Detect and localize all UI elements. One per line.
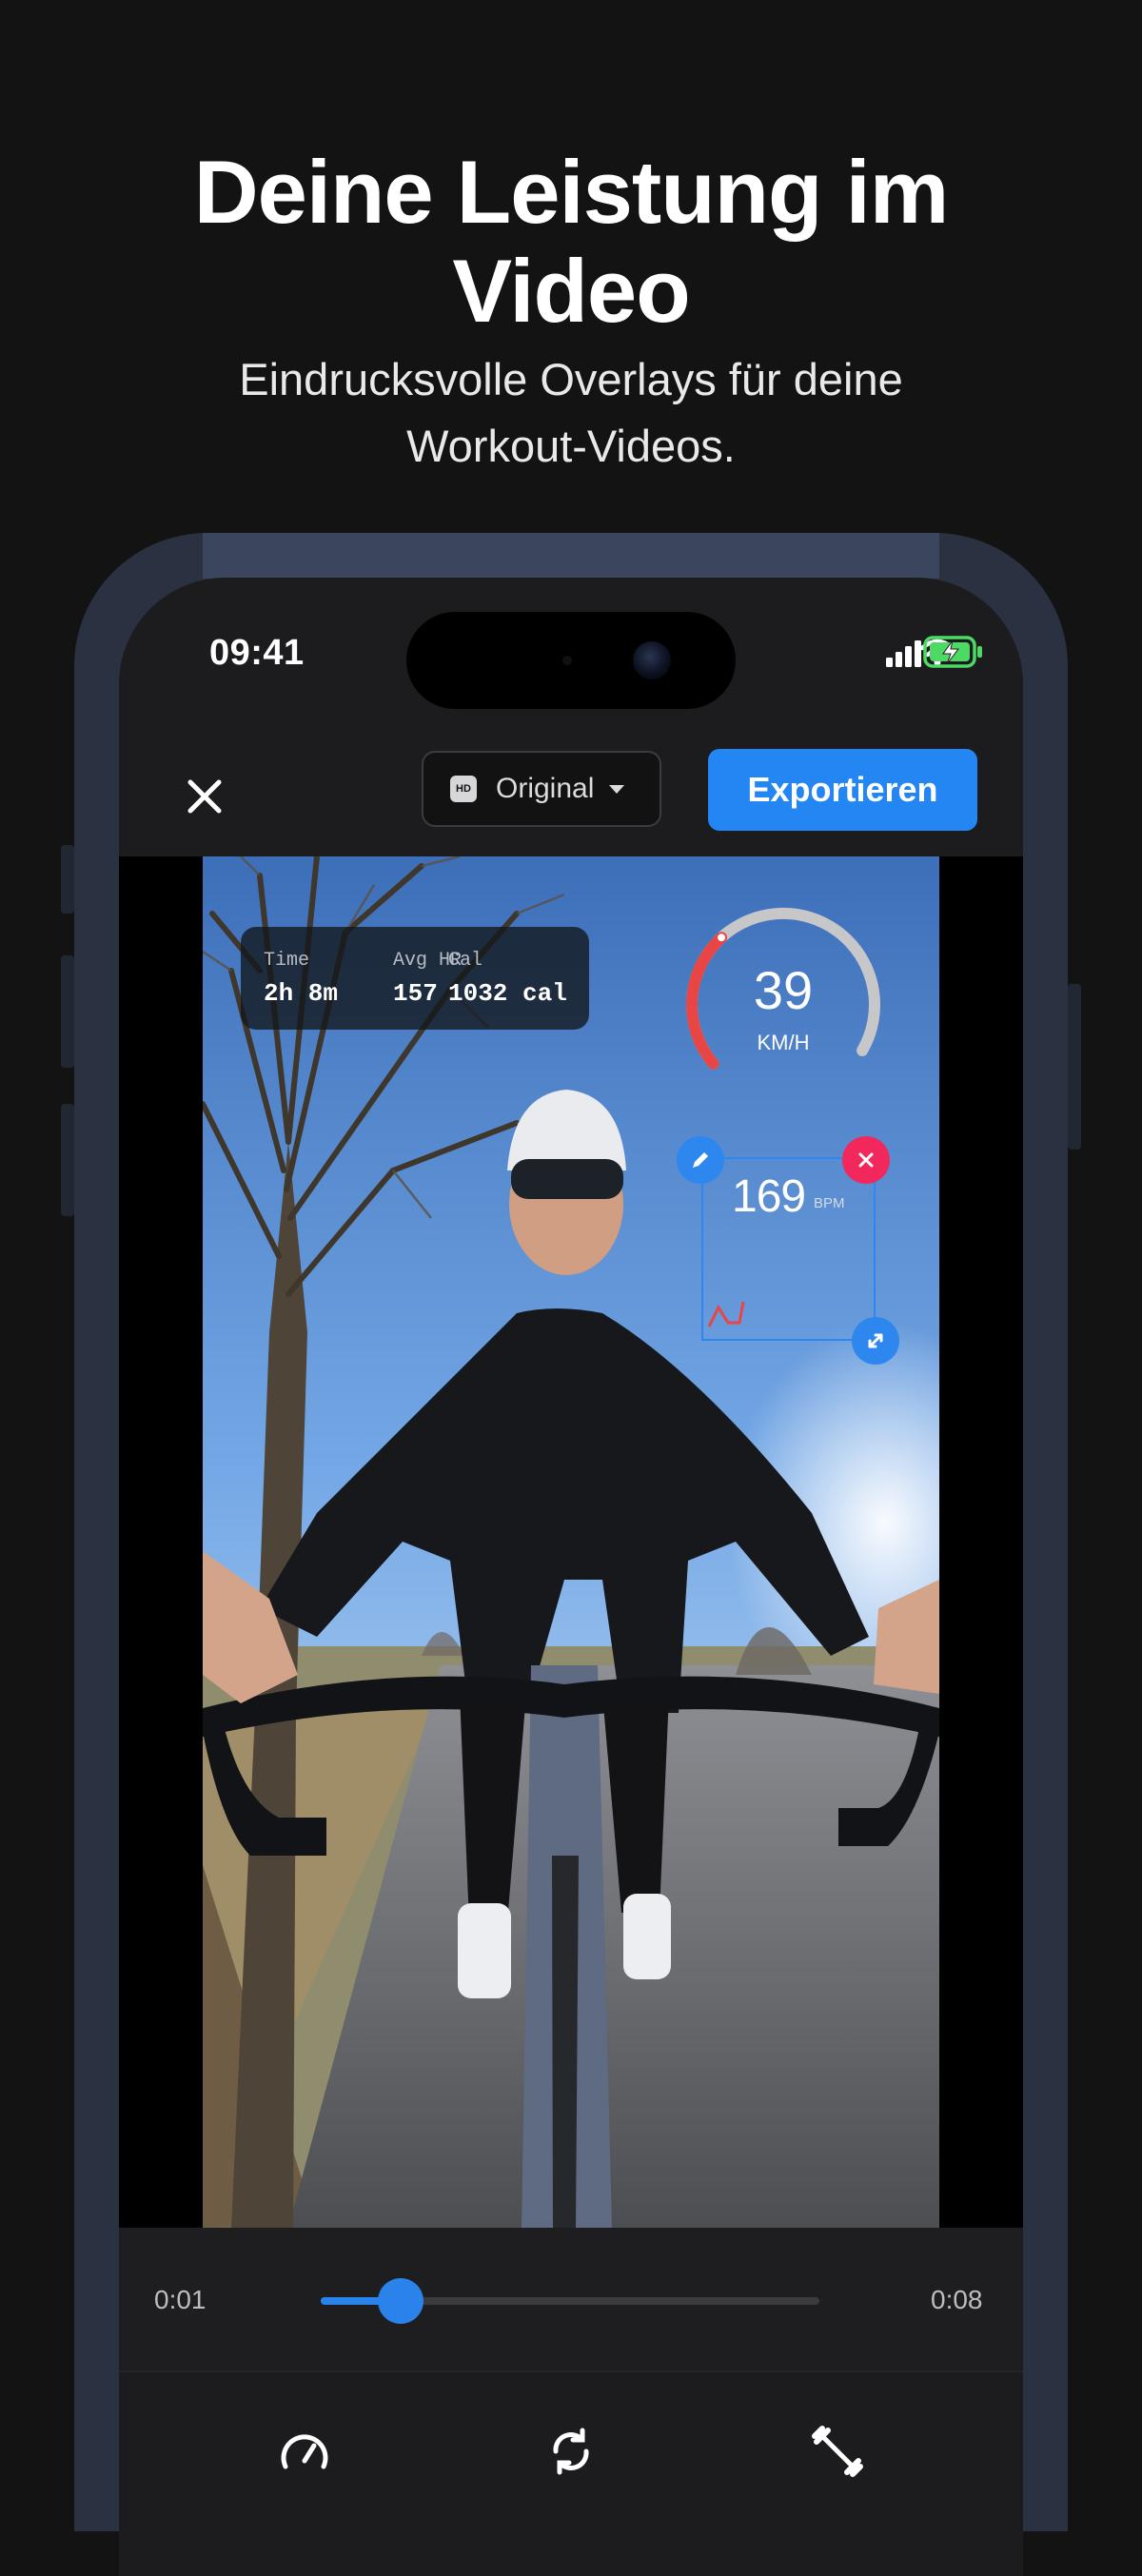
heart-rate-overlay[interactable]: 169 BPM <box>701 1157 876 1341</box>
heart-rate-unit: BPM <box>814 1195 845 1211</box>
video-frame[interactable]: Time 2h 8m Avg HR 157 Cal 1032 cal 39 KM… <box>203 856 939 2228</box>
pencil-icon <box>693 1152 708 1168</box>
speed-unit: KM/H <box>757 1031 810 1054</box>
video-preview: Time 2h 8m Avg HR 157 Cal 1032 cal 39 KM… <box>119 856 1023 2228</box>
stat-time-value: 2h 8m <box>264 979 339 1008</box>
stat-avg-hr-value: 157 <box>393 979 438 1008</box>
edit-overlay-button[interactable] <box>677 1136 724 1184</box>
repeat-icon <box>553 2428 589 2475</box>
workout-tool-button[interactable] <box>804 2418 871 2485</box>
current-time: 0:01 <box>154 2285 207 2314</box>
speed-gauge-overlay[interactable]: 39 KM/H <box>679 902 888 1102</box>
resize-overlay-button[interactable] <box>852 1317 899 1365</box>
headline-line-1: Deine Leistung im <box>193 142 950 242</box>
close-icon <box>187 779 222 814</box>
speed-value: 39 <box>753 960 814 1020</box>
heart-rate-sparkline <box>707 1301 745 1327</box>
total-time: 0:08 <box>931 2285 983 2314</box>
timeline: 0:01 0:08 <box>119 2228 1023 2370</box>
quality-label: Original <box>496 773 595 804</box>
stat-cal-value: 1032 cal <box>448 979 567 1008</box>
repeat-tool-button[interactable] <box>538 2418 604 2485</box>
hd-icon: HD <box>450 776 477 802</box>
phone-volume-up <box>61 955 74 1068</box>
speed-tool-button[interactable] <box>271 2418 338 2485</box>
cellular-signal-icon <box>886 640 921 667</box>
dynamic-island <box>406 612 736 709</box>
editor-toolbar <box>119 2370 1023 2576</box>
phone-power-button <box>1068 984 1081 1150</box>
proximity-sensor <box>562 656 572 665</box>
stat-cal: Cal 1032 cal <box>448 950 567 1008</box>
subline-line-1: Eindrucksvolle Overlays für deine <box>239 354 903 404</box>
promo-headline: Deine Leistung im Video <box>0 143 1142 341</box>
stat-time-label: Time <box>264 950 310 972</box>
status-bar: 09:41 <box>119 578 1023 730</box>
phone-silent-switch <box>61 845 74 914</box>
heart-rate-value: 169 <box>732 1171 806 1222</box>
subline-line-2: Workout-Videos. <box>406 421 736 471</box>
resize-icon <box>868 1333 883 1348</box>
promo-subline: Eindrucksvolle Overlays für deine Workou… <box>0 346 1142 480</box>
quality-select[interactable]: HD Original <box>422 751 661 827</box>
speedometer-icon <box>281 2434 328 2469</box>
status-time: 09:41 <box>209 633 305 673</box>
speed-gauge-marker <box>718 934 726 942</box>
phone-screen: 09:41 HD Original Exportieren Time 2h 8m… <box>119 578 1023 2576</box>
export-button[interactable]: Exportieren <box>708 749 977 831</box>
timeline-track[interactable] <box>321 2278 819 2324</box>
phone-volume-down <box>61 1104 74 1216</box>
dumbbell-icon <box>812 2426 863 2477</box>
stats-overlay[interactable]: Time 2h 8m Avg HR 157 Cal 1032 cal <box>241 927 589 1030</box>
battery-charging-icon <box>923 636 982 668</box>
delete-overlay-button[interactable] <box>842 1136 890 1184</box>
timeline-scrubber[interactable] <box>377 2278 423 2324</box>
front-camera <box>633 641 671 679</box>
headline-line-2: Video <box>452 241 690 341</box>
close-button[interactable] <box>157 749 252 844</box>
stat-time: Time 2h 8m <box>264 950 338 1008</box>
stat-cal-label: Cal <box>448 950 483 972</box>
close-icon <box>858 1152 874 1168</box>
chevron-down-icon <box>609 784 625 794</box>
